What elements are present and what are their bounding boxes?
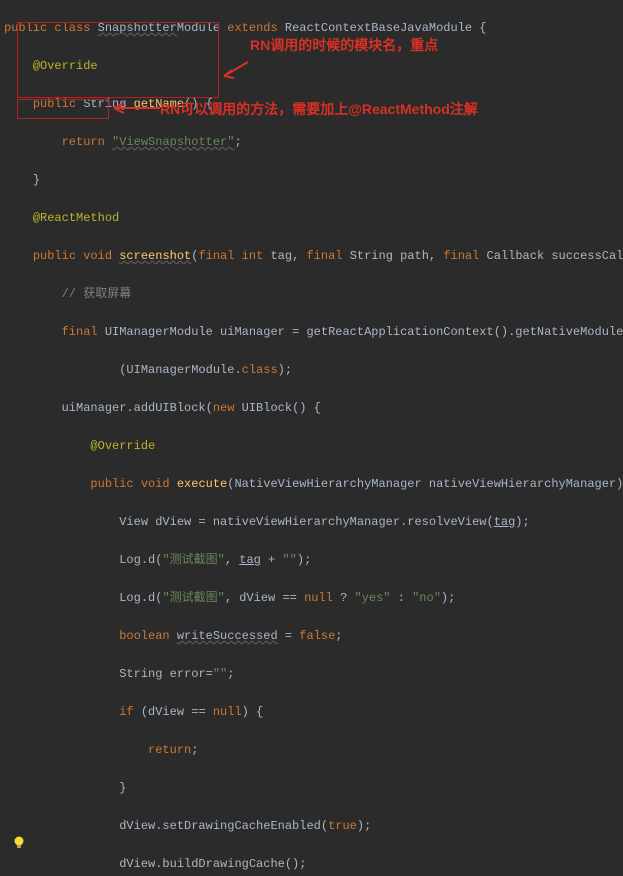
code-line: }	[4, 171, 619, 190]
code-line: uiManager.addUIBlock(new UIBlock() {	[4, 399, 619, 418]
code-line: Log.d("测试截图", tag + "");	[4, 551, 619, 570]
code-line: public String getName() {	[4, 95, 619, 114]
code-line: return "ViewSnapshotter";	[4, 133, 619, 152]
code-line: return;	[4, 741, 619, 760]
class-name: Snapshotter	[98, 21, 177, 35]
code-line: @ReactMethod	[4, 209, 619, 228]
code-line: public void execute(NativeViewHierarchyM…	[4, 475, 619, 494]
code-line: @Override	[4, 57, 619, 76]
code-line: dView.setDrawingCacheEnabled(true);	[4, 817, 619, 836]
code-line: @Override	[4, 437, 619, 456]
code-line: public class SnapshotterModule extends R…	[4, 19, 619, 38]
code-line: String error="";	[4, 665, 619, 684]
code-line: Log.d("测试截图", dView == null ? "yes" : "n…	[4, 589, 619, 608]
code-line: // 获取屏幕	[4, 285, 619, 304]
code-editor-area[interactable]: public class SnapshotterModule extends R…	[0, 0, 623, 876]
code-line: dView.buildDrawingCache();	[4, 855, 619, 874]
code-line: boolean writeSuccessed = false;	[4, 627, 619, 646]
code-line: (UIManagerModule.class);	[4, 361, 619, 380]
code-line: final UIManagerModule uiManager = getRea…	[4, 323, 619, 342]
code-line: View dView = nativeViewHierarchyManager.…	[4, 513, 619, 532]
code-line: public void screenshot(final int tag, fi…	[4, 247, 619, 266]
code-line: if (dView == null) {	[4, 703, 619, 722]
code-line: }	[4, 779, 619, 798]
